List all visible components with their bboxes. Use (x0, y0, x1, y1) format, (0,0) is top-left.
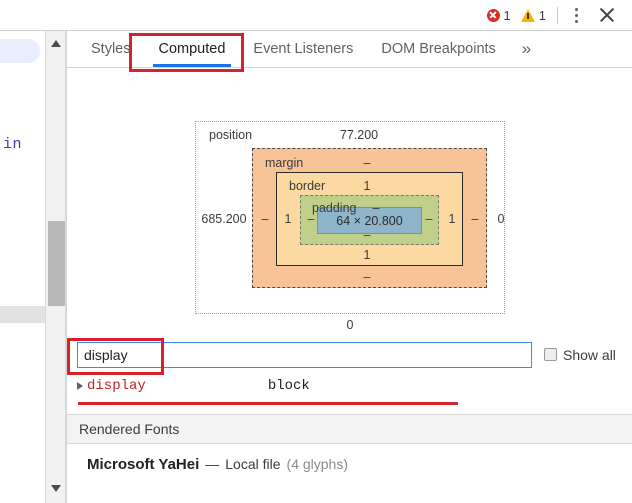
box-model-padding-top[interactable]: – (368, 201, 384, 215)
tab-event-listeners[interactable]: Event Listeners (239, 31, 367, 67)
box-model-padding-bottom[interactable]: – (359, 228, 375, 242)
box-model-margin-label: margin (265, 156, 303, 170)
issue-counters[interactable]: 1 1 (487, 9, 546, 22)
tab-styles[interactable]: Styles (77, 31, 145, 67)
error-count: 1 (504, 9, 511, 22)
rendered-fonts-header[interactable]: Rendered Fonts (67, 414, 632, 444)
page-content-strip: in (0, 31, 45, 503)
warning-triangle-icon[interactable] (521, 9, 535, 22)
annotation-underline-display-row (78, 402, 458, 405)
box-model-border-bottom[interactable]: 1 (359, 248, 375, 262)
box-model-border-label: border (289, 179, 325, 193)
show-all-toggle[interactable]: Show all (544, 347, 616, 363)
box-model-border-right[interactable]: 1 (444, 212, 460, 226)
tab-overflow-chevron-icon[interactable]: » (510, 31, 543, 67)
show-all-label: Show all (563, 347, 616, 363)
computed-filter-row: Show all (67, 334, 632, 375)
error-circle-icon[interactable] (487, 9, 500, 22)
rendered-font-origin: Local file (225, 456, 280, 472)
box-model-content-size: 64 × 20.800 (336, 214, 402, 228)
box-model-padding-left[interactable]: – (303, 212, 319, 226)
rendered-font-glyph-count: (4 glyphs) (287, 456, 348, 472)
box-model-margin-top[interactable]: – (359, 156, 375, 170)
warning-count: 1 (539, 9, 546, 22)
page-highlight-row (0, 306, 45, 323)
box-model-padding-right[interactable]: – (421, 212, 437, 226)
property-row-display[interactable]: display block (67, 375, 632, 397)
vertical-scrollbar[interactable] (45, 31, 66, 503)
scroll-down-arrow-icon[interactable] (46, 479, 66, 497)
rendered-font-dash: — (205, 456, 219, 472)
box-model-position-right[interactable]: 0 (491, 212, 511, 226)
box-model-position-left[interactable]: 685.200 (193, 212, 255, 226)
computed-properties-list: display block (67, 375, 632, 397)
close-icon[interactable] (593, 3, 621, 27)
box-model-border-left[interactable]: 1 (280, 212, 296, 226)
scroll-up-arrow-icon[interactable] (46, 34, 66, 52)
page-visible-text: in (3, 136, 22, 153)
box-model-border-top[interactable]: 1 (359, 179, 375, 193)
tab-computed[interactable]: Computed (145, 31, 240, 67)
box-model-margin-left[interactable]: – (257, 212, 273, 226)
devtools-screenshot: 1 1 in Styles Computed Event Listeners D… (0, 0, 632, 503)
box-model-position-top[interactable]: 77.200 (329, 128, 389, 142)
box-model-position-label: position (209, 128, 252, 142)
devtools-tabbar: Styles Computed Event Listeners DOM Brea… (67, 31, 632, 68)
box-model-margin-bottom[interactable]: – (359, 270, 375, 284)
box-model-position-bottom[interactable]: 0 (340, 318, 360, 332)
filter-input[interactable] (77, 342, 532, 368)
show-all-checkbox[interactable] (544, 348, 557, 361)
rendered-fonts-body: Microsoft YaHei — Local file (4 glyphs) (67, 444, 632, 484)
rendered-font-name: Microsoft YaHei (87, 456, 199, 473)
kebab-menu-icon[interactable] (567, 5, 585, 25)
rendered-fonts-title: Rendered Fonts (79, 421, 179, 437)
property-name[interactable]: display (87, 378, 146, 394)
toolbar-divider (557, 7, 558, 24)
devtools-panel: Styles Computed Event Listeners DOM Brea… (66, 31, 632, 503)
box-model-margin-right[interactable]: – (467, 212, 483, 226)
box-model-diagram: 64 × 20.800 position margin border paddi… (67, 68, 632, 334)
devtools-toolbar: 1 1 (0, 0, 632, 31)
scrollbar-thumb[interactable] (48, 221, 65, 306)
tab-dom-breakpoints[interactable]: DOM Breakpoints (367, 31, 509, 67)
page-pill-shape (0, 39, 40, 63)
property-value[interactable]: block (268, 378, 310, 394)
disclosure-triangle-icon[interactable] (77, 382, 83, 390)
